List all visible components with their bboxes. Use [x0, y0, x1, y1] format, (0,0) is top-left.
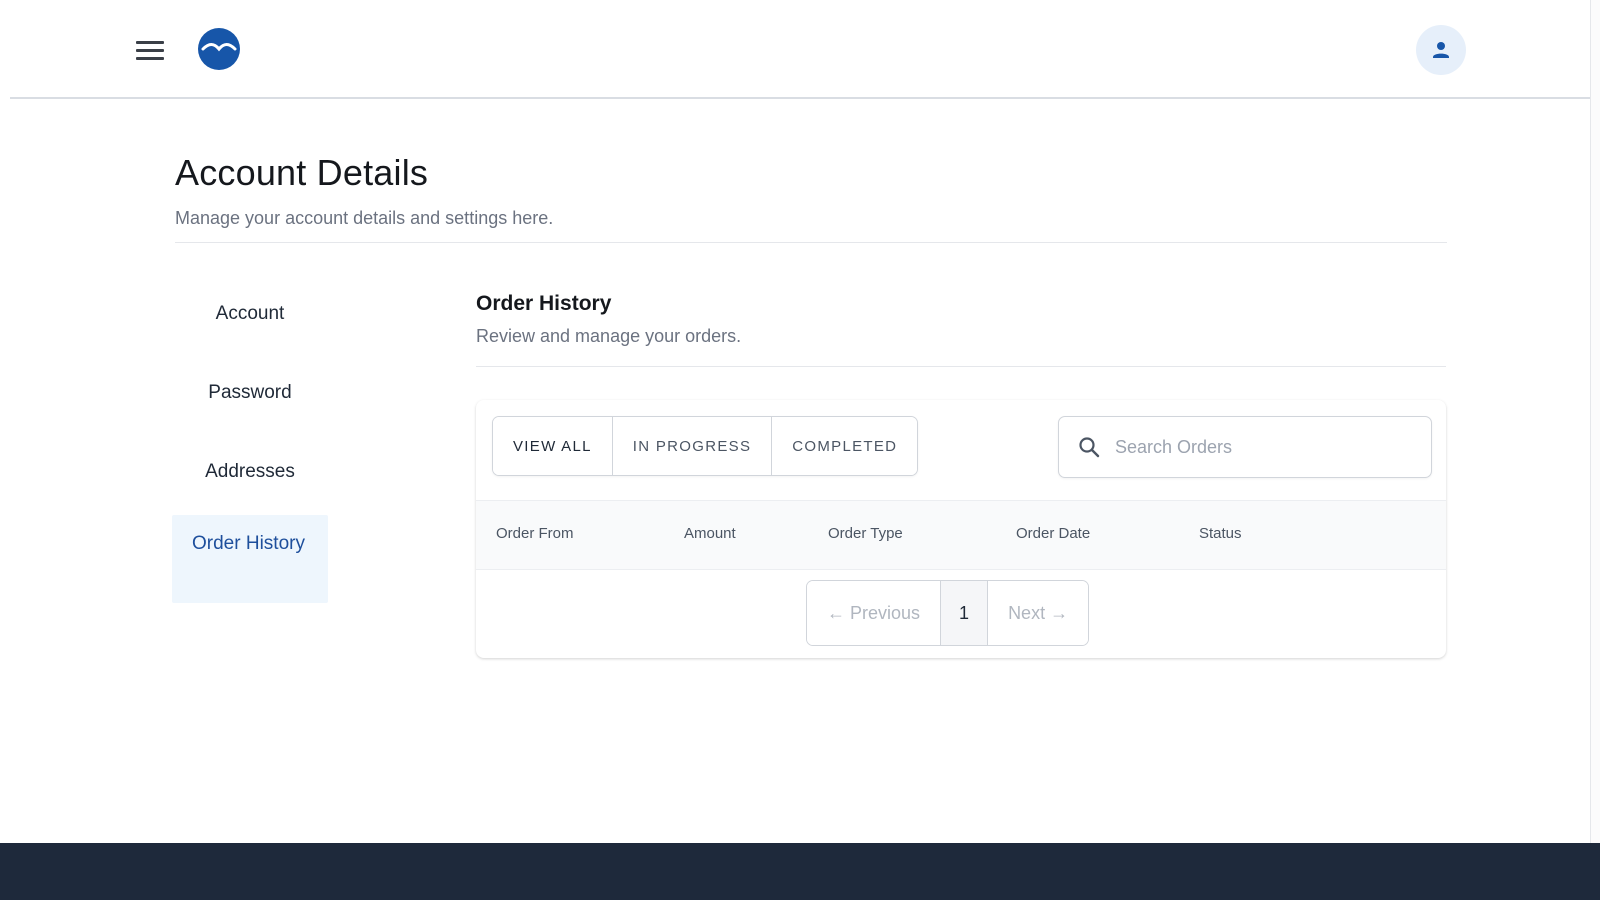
column-header-order-type: Order Type — [828, 525, 903, 542]
hamburger-line — [136, 48, 164, 52]
brand-logo-icon[interactable] — [198, 28, 240, 70]
orders-card: VIEW ALL IN PROGRESS COMPLETED Order Fro… — [476, 400, 1446, 658]
search-icon — [1079, 437, 1100, 458]
section-subtitle: Review and manage your orders. — [476, 326, 742, 346]
profile-avatar-button[interactable] — [1416, 25, 1466, 75]
column-header-order-date: Order Date — [1016, 525, 1091, 542]
title-divider — [175, 242, 1447, 243]
logo-wave-graphic — [201, 43, 237, 52]
column-header-amount: Amount — [684, 525, 736, 542]
hamburger-line — [136, 40, 164, 44]
account-sidebar: Account Password Addresses Order History — [172, 278, 328, 603]
page-title: Account Details — [175, 152, 429, 193]
section-divider — [476, 366, 1446, 367]
page-subtitle: Manage your account details and settings… — [175, 208, 554, 228]
filter-view-all-button[interactable]: VIEW ALL — [493, 417, 613, 475]
order-filter-group: VIEW ALL IN PROGRESS COMPLETED — [492, 416, 919, 476]
section-title: Order History — [476, 292, 612, 315]
sidebar-item-account[interactable]: Account — [172, 278, 328, 357]
hamburger-line — [136, 56, 164, 60]
filter-completed-button[interactable]: COMPLETED — [772, 417, 918, 475]
sidebar-item-addresses[interactable]: Addresses — [172, 436, 328, 515]
sidebar-item-order-history[interactable]: Order History — [172, 515, 328, 603]
sidebar-item-password[interactable]: Password — [172, 357, 328, 436]
column-header-order-from: Order From — [496, 525, 574, 542]
page-footer — [0, 843, 1600, 900]
orders-table-header: Order From Amount Order Type Order Date … — [476, 500, 1446, 570]
search-orders-box[interactable] — [1058, 416, 1432, 478]
current-page-button[interactable]: 1 — [941, 581, 989, 645]
filter-in-progress-button[interactable]: IN PROGRESS — [612, 417, 773, 475]
hamburger-menu-icon[interactable] — [136, 36, 168, 64]
previous-page-button[interactable]: ← Previous — [807, 581, 942, 645]
user-icon — [1433, 42, 1449, 58]
search-orders-input[interactable] — [1115, 436, 1415, 458]
top-navigation-bar — [10, 0, 1590, 99]
page-scrollbar[interactable] — [1590, 0, 1600, 843]
column-header-status: Status — [1199, 525, 1242, 542]
pagination: ← Previous 1 Next → — [806, 580, 1090, 646]
next-page-button[interactable]: Next → — [988, 581, 1089, 645]
